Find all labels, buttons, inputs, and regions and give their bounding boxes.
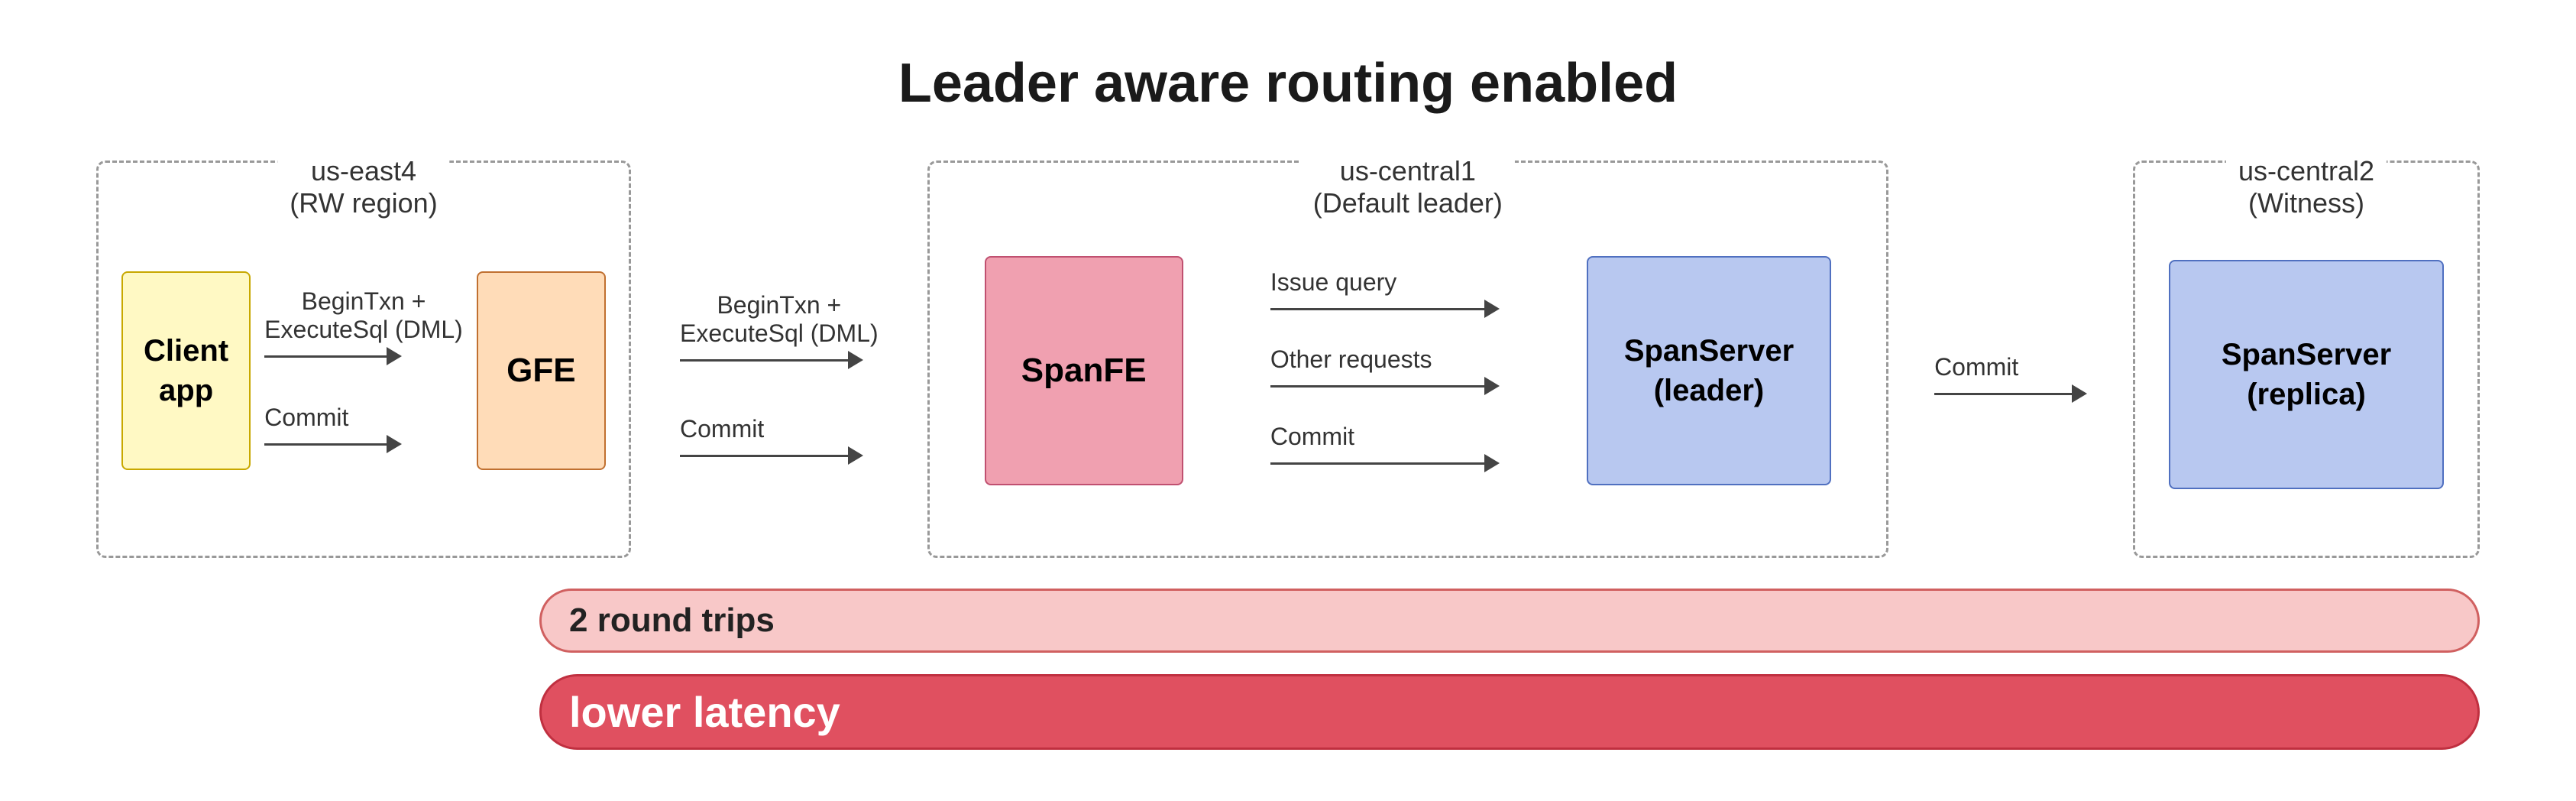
h-line — [264, 443, 387, 446]
h-line — [1270, 308, 1484, 310]
region-central2: us-central2 (Witness) SpanServer (replic… — [2133, 161, 2480, 558]
arrow-begin-txn: BeginTxn + ExecuteSql (DML) — [264, 287, 463, 365]
arrow-line — [680, 351, 863, 369]
client-gfe-arrows: BeginTxn + ExecuteSql (DML) Commit — [251, 287, 477, 453]
arrowhead — [387, 347, 402, 365]
east4-inner: Clientapp BeginTxn + ExecuteSql (DML) — [121, 248, 606, 470]
region-central1: us-central1 (Default leader) SpanFE Issu… — [927, 161, 1888, 558]
h-line — [680, 455, 848, 457]
arrowhead — [2072, 384, 2087, 403]
region-central2-label: us-central2 (Witness) — [2226, 155, 2387, 219]
arrow-line — [1934, 384, 2087, 403]
client-app-node: Clientapp — [121, 271, 251, 470]
arrowhead — [848, 446, 863, 465]
region-central1-label: us-central1 (Default leader) — [1301, 155, 1515, 219]
diagram-body: us-east4 (RW region) Clientapp BeginTxn … — [96, 161, 2480, 750]
h-line — [1934, 393, 2072, 395]
gfe-node: GFE — [477, 271, 606, 470]
arrow-other-requests: Other requests — [1270, 345, 1500, 395]
arrow-line — [1270, 377, 1500, 395]
arrow-commit-spanfe-spanserver: Commit — [1270, 423, 1500, 472]
arrow-issue-query: Issue query — [1270, 268, 1500, 318]
round-trips-badge: 2 round trips — [539, 589, 2480, 653]
arrowhead — [387, 435, 402, 453]
spanfe-node: SpanFE — [985, 256, 1183, 485]
region-east4-label: us-east4 (RW region) — [277, 155, 449, 219]
arrow-line — [680, 446, 863, 465]
h-line — [264, 355, 387, 358]
arrow-line-top — [264, 347, 402, 365]
arrow-begin-txn-gfe-spanfe: BeginTxn + ExecuteSql (DML) — [680, 291, 879, 369]
arrowhead — [1484, 454, 1500, 472]
spanfe-spanserver-arrows: Issue query Other requests — [1248, 268, 1523, 472]
spanserver-leader-node: SpanServer (leader) — [1587, 256, 1831, 485]
inter-region-east4-central1: BeginTxn + ExecuteSql (DML) Commit — [662, 161, 897, 558]
diagram-container: Leader aware routing enabled us-east4 (R… — [66, 21, 2510, 780]
arrow-line — [1270, 300, 1500, 318]
arrowhead — [1484, 300, 1500, 318]
regions-row: us-east4 (RW region) Clientapp BeginTxn … — [96, 161, 2480, 558]
inter-region-central1-central2: Commit — [1919, 161, 2102, 558]
arrow-commit-leader-replica: Commit — [1934, 353, 2087, 403]
lower-latency-badge: lower latency — [539, 674, 2480, 750]
h-line — [1270, 462, 1484, 465]
h-line — [680, 359, 848, 362]
arrowhead — [1484, 377, 1500, 395]
spanserver-replica-node: SpanServer (replica) — [2169, 260, 2444, 489]
arrow-commit-gfe-spanfe: Commit — [680, 415, 879, 465]
arrowhead — [848, 351, 863, 369]
region-east4: us-east4 (RW region) Clientapp BeginTxn … — [96, 161, 631, 558]
badges-area: 2 round trips lower latency — [539, 589, 2480, 750]
h-line — [1270, 385, 1484, 388]
arrow-line-bottom — [264, 435, 402, 453]
arrow-commit-client-gfe: Commit — [264, 404, 463, 453]
arrow-line — [1270, 454, 1500, 472]
diagram-title: Leader aware routing enabled — [96, 52, 2480, 115]
central1-inner: SpanFE Issue query Other requests — [953, 233, 1863, 485]
